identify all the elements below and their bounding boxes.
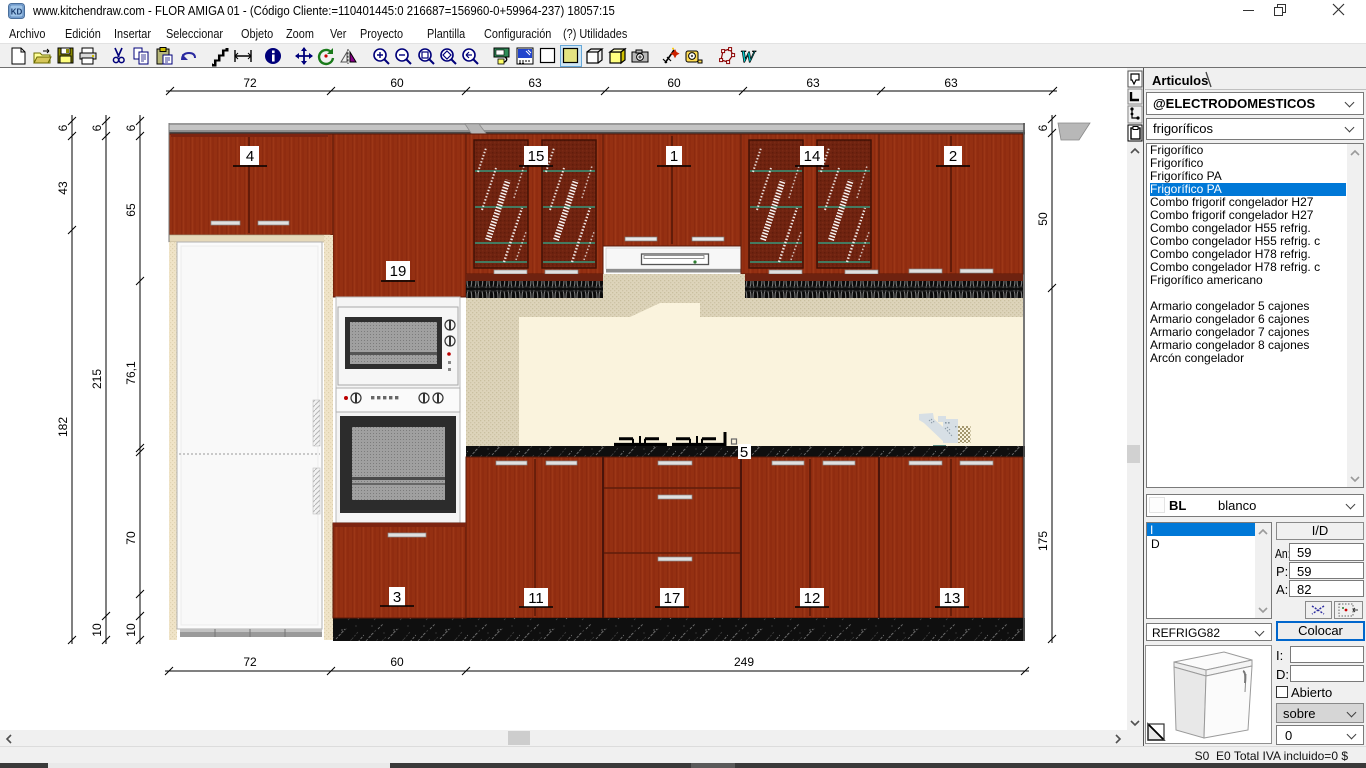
svg-text:19: 19 [390,263,407,280]
svg-text:5: 5 [740,444,748,461]
svg-text:2: 2 [949,148,957,165]
svg-text:W: W [740,47,757,66]
svg-text:63: 63 [944,76,958,90]
svg-text:14: 14 [804,148,821,165]
svg-text:65: 65 [124,203,138,217]
svg-text:11: 11 [528,590,544,607]
svg-text:50: 50 [1036,212,1050,226]
svg-text:63: 63 [806,76,820,90]
svg-text:175: 175 [1036,531,1050,551]
svg-text:63: 63 [528,76,542,90]
svg-text:60: 60 [667,76,681,90]
svg-text:72: 72 [243,655,257,669]
svg-text:249: 249 [734,655,754,669]
svg-text:43: 43 [56,181,70,195]
svg-text:10: 10 [124,623,138,637]
svg-text:4: 4 [246,148,254,165]
svg-text:1: 1 [670,148,678,165]
svg-text:60: 60 [390,655,404,669]
svg-text:6: 6 [90,124,104,131]
svg-text:215: 215 [90,369,104,389]
svg-text:13: 13 [944,590,961,607]
svg-text:15: 15 [528,148,545,165]
svg-text:6: 6 [1036,124,1050,131]
svg-text:3: 3 [393,589,401,606]
svg-text:72: 72 [243,76,257,90]
svg-text:17: 17 [664,590,681,607]
svg-text:KD: KD [11,8,23,17]
svg-text:10: 10 [90,623,104,637]
svg-text:70: 70 [124,531,138,545]
svg-text:60: 60 [390,76,404,90]
svg-text:76,1: 76,1 [124,361,138,385]
svg-text:182: 182 [56,417,70,437]
svg-text:6: 6 [124,124,138,131]
svg-text:6: 6 [56,124,70,131]
svg-text:12: 12 [804,590,821,607]
